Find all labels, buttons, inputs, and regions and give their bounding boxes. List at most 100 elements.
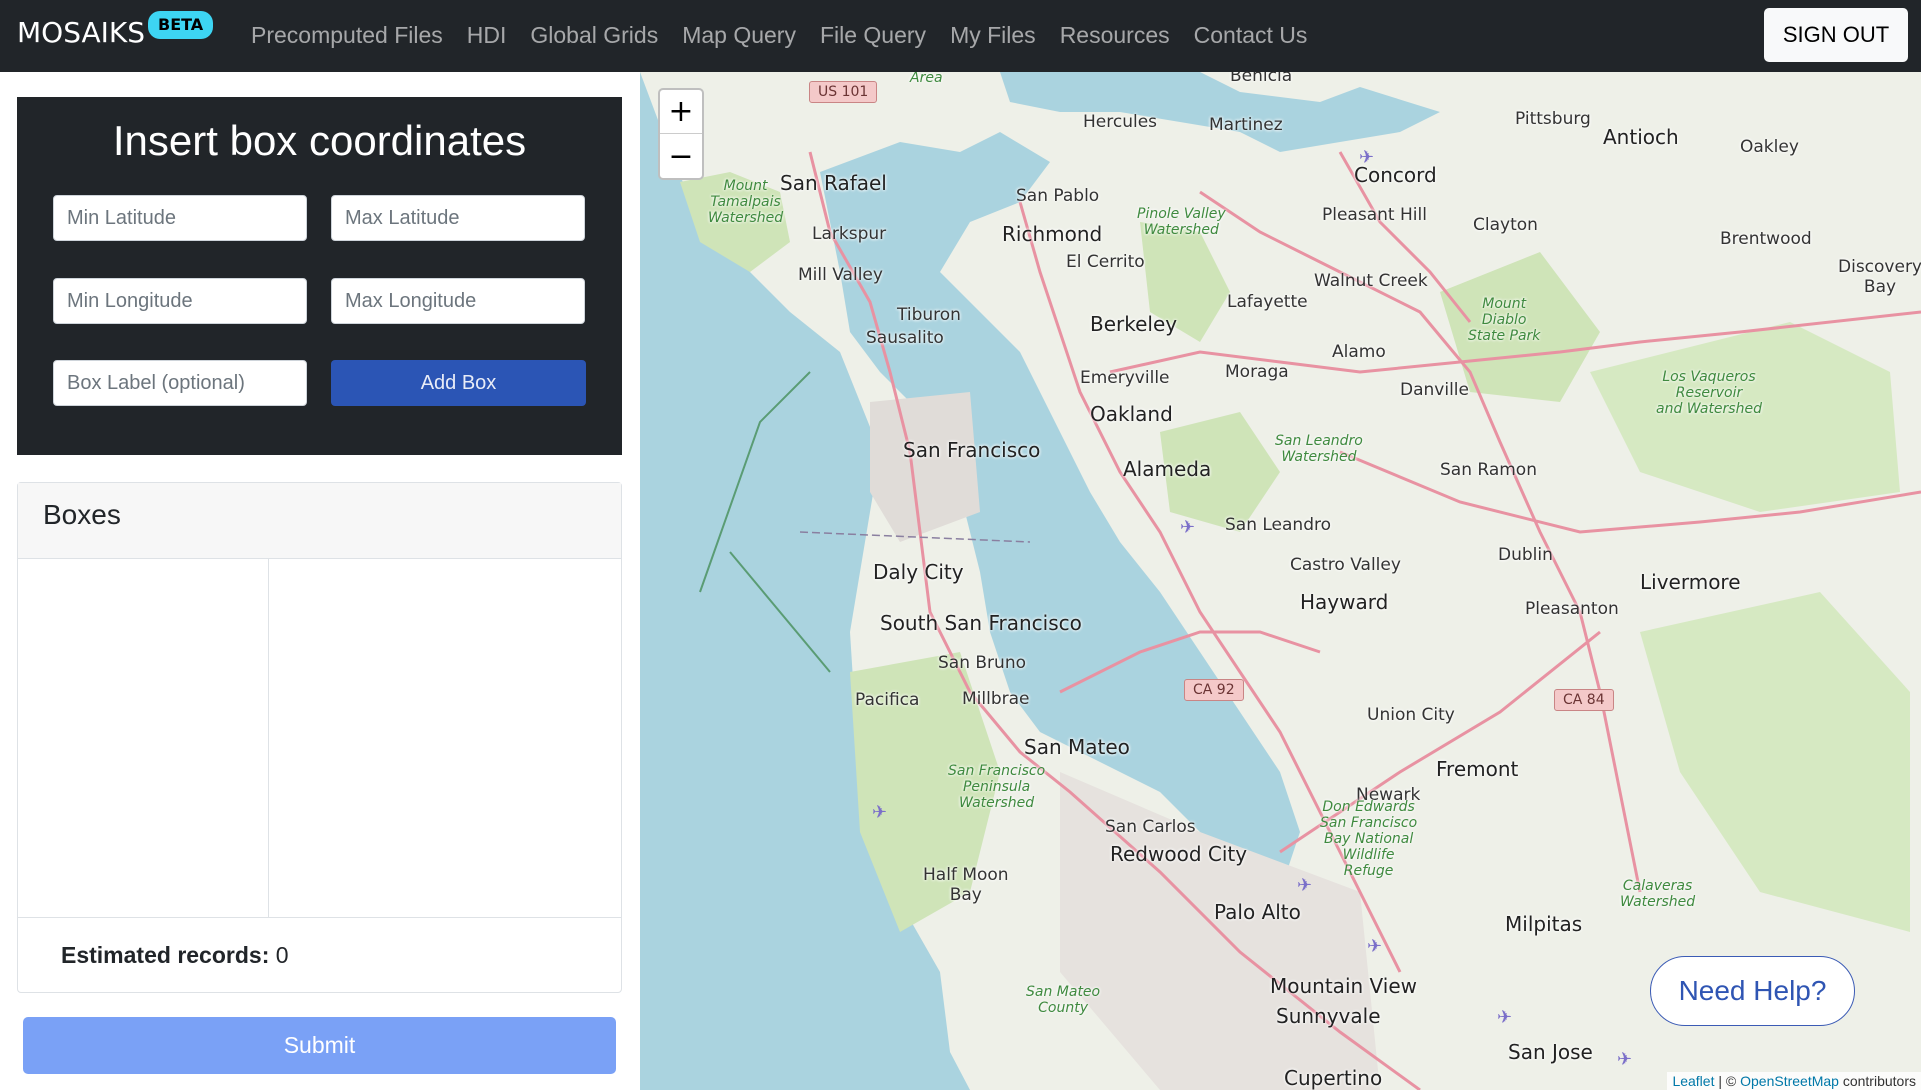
osm-link[interactable]: OpenStreetMap	[1740, 1073, 1839, 1089]
park-label: Pinole Valley Watershed	[1137, 206, 1226, 238]
park-label: San Mateo County	[1026, 984, 1101, 1016]
map-attribution: Leaflet | © OpenStreetMap contributors	[1667, 1072, 1921, 1090]
place-label: Benicia	[1230, 72, 1293, 86]
park-label: Mount Tamalpais Watershed	[708, 178, 784, 226]
place-label: Antioch	[1603, 125, 1679, 149]
park-label: San Leandro Watershed	[1275, 433, 1363, 465]
place-label: Hercules	[1083, 112, 1158, 132]
attribution-separator: | ©	[1714, 1073, 1741, 1089]
beta-badge: BETA	[148, 11, 214, 39]
place-label: Larkspur	[812, 224, 887, 244]
nav-link-file-query[interactable]: File Query	[820, 22, 926, 49]
route-shield: CA 84	[1554, 689, 1614, 711]
place-label: Pacifica	[855, 690, 920, 710]
place-label: Union City	[1367, 705, 1455, 725]
north-bay-water	[1000, 72, 1440, 152]
route-shield: US 101	[809, 81, 878, 103]
airport-icon: ✈	[1359, 147, 1375, 168]
estimated-records-value: 0	[275, 942, 289, 968]
add-box-button[interactable]: Add Box	[331, 360, 586, 406]
place-label: San Leandro	[1225, 515, 1332, 535]
place-label: Sunnyvale	[1276, 1004, 1381, 1028]
place-label: Pleasanton	[1525, 599, 1619, 619]
boxes-column-divider	[268, 559, 269, 918]
brand-logo[interactable]: MOSAIKS	[17, 16, 145, 49]
place-label: Half Moon Bay	[923, 865, 1009, 905]
place-label: Daly City	[873, 560, 964, 584]
place-label: Oakley	[1740, 137, 1799, 157]
park-label: Mount Diablo State Park	[1468, 296, 1541, 344]
place-label: Discovery Bay	[1838, 257, 1921, 297]
nav-links: Precomputed Files HDI Global Grids Map Q…	[238, 22, 1331, 49]
place-label: Pittsburg	[1515, 109, 1591, 129]
airport-icon: ✈	[1180, 517, 1196, 538]
need-help-button[interactable]: Need Help?	[1650, 956, 1855, 1026]
boxes-footer-divider	[18, 917, 621, 918]
max-longitude-input[interactable]	[331, 278, 585, 324]
place-label: San Ramon	[1440, 460, 1537, 480]
place-label: El Cerrito	[1066, 252, 1145, 272]
place-label: Mill Valley	[798, 265, 883, 285]
place-label: Dublin	[1498, 545, 1553, 565]
place-label: Area	[910, 72, 943, 86]
place-label: San Rafael	[780, 171, 887, 195]
boxes-header: Boxes	[18, 483, 621, 559]
leaflet-link[interactable]: Leaflet	[1672, 1073, 1714, 1089]
park-label: Los Vaqueros Reservoir and Watershed	[1656, 369, 1762, 417]
place-label: Berkeley	[1090, 312, 1178, 336]
min-latitude-input[interactable]	[53, 195, 307, 241]
box-label-input[interactable]	[53, 360, 307, 406]
map-view[interactable]: + − San Rafael Richmond Berkeley Oakland…	[640, 72, 1921, 1090]
place-label: Lafayette	[1227, 292, 1308, 312]
zoom-out-button[interactable]: −	[660, 134, 702, 178]
sign-out-button[interactable]: SIGN OUT	[1764, 8, 1908, 62]
airport-icon: ✈	[1297, 875, 1313, 896]
place-label: Redwood City	[1110, 842, 1248, 866]
nav-link-map-query[interactable]: Map Query	[682, 22, 796, 49]
airport-icon: ✈	[1617, 1049, 1633, 1070]
coordinates-form: Insert box coordinates Add Box	[17, 97, 622, 455]
nav-link-contact-us[interactable]: Contact Us	[1194, 22, 1308, 49]
zoom-in-button[interactable]: +	[660, 90, 702, 134]
estimated-records-label: Estimated records:	[61, 942, 270, 968]
nav-link-resources[interactable]: Resources	[1060, 22, 1170, 49]
place-label: Danville	[1400, 380, 1469, 400]
park-label: San Francisco Peninsula Watershed	[948, 763, 1046, 811]
place-label: San Carlos	[1105, 817, 1196, 837]
place-label: Palo Alto	[1214, 900, 1301, 924]
place-label: Castro Valley	[1290, 555, 1401, 575]
nav-link-hdi[interactable]: HDI	[467, 22, 507, 49]
place-label: Alameda	[1123, 457, 1212, 481]
estimated-records: Estimated records: 0	[61, 942, 289, 969]
nav-link-my-files[interactable]: My Files	[950, 22, 1036, 49]
place-label: Moraga	[1225, 362, 1289, 382]
min-longitude-input[interactable]	[53, 278, 307, 324]
place-label: Richmond	[1002, 222, 1103, 246]
nav-link-precomputed-files[interactable]: Precomputed Files	[251, 22, 443, 49]
green-area	[1590, 322, 1900, 512]
zoom-control: + −	[658, 88, 704, 180]
max-latitude-input[interactable]	[331, 195, 585, 241]
place-label: Emeryville	[1080, 368, 1170, 388]
nav-link-global-grids[interactable]: Global Grids	[530, 22, 658, 49]
airport-icon: ✈	[1367, 936, 1383, 957]
place-label: San Jose	[1508, 1040, 1593, 1064]
submit-button[interactable]: Submit	[23, 1017, 616, 1074]
attribution-suffix: contributors	[1838, 1073, 1916, 1089]
place-label: Millbrae	[962, 689, 1030, 709]
place-label: Livermore	[1640, 570, 1741, 594]
boxes-title: Boxes	[43, 499, 121, 530]
place-label: Martinez	[1209, 115, 1283, 135]
place-label: Clayton	[1473, 215, 1538, 235]
airport-icon: ✈	[872, 802, 888, 823]
place-label: Hayward	[1300, 590, 1389, 614]
place-label: Tiburon	[897, 305, 961, 325]
airport-icon: ✈	[1497, 1007, 1513, 1028]
urban-area	[870, 392, 980, 542]
place-label: Cupertino	[1284, 1066, 1383, 1090]
place-label: Mountain View	[1270, 974, 1417, 998]
place-label: Milpitas	[1505, 912, 1583, 936]
form-title: Insert box coordinates	[112, 117, 527, 164]
place-label: Sausalito	[866, 328, 944, 348]
place-label: San Francisco	[903, 438, 1041, 462]
